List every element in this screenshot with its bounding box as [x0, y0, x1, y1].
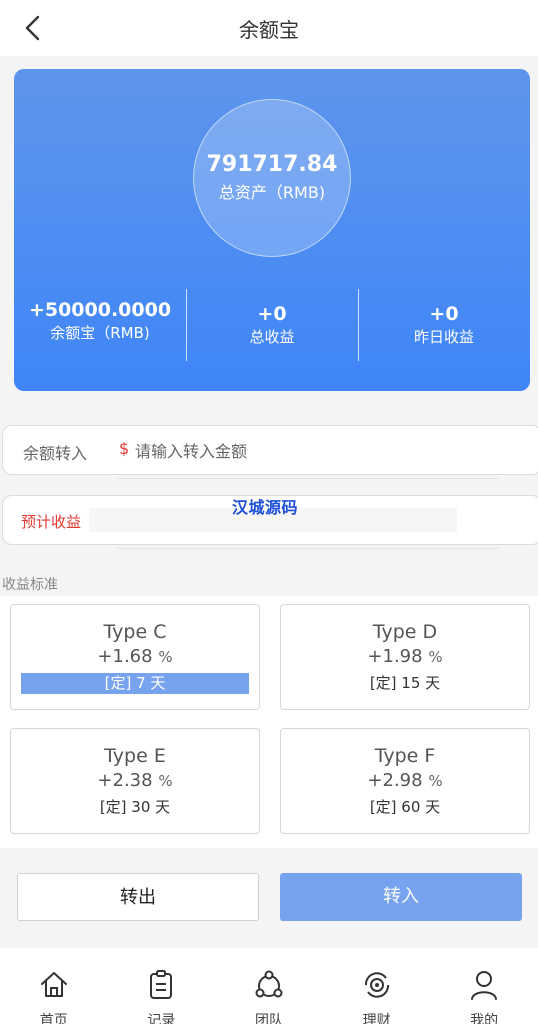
- plan-rate-unit: %: [158, 648, 173, 666]
- total-assets-circle: 791717.84 总资产（RMB): [193, 99, 351, 257]
- plan-name: Type F: [374, 745, 436, 767]
- stat-total-earnings: +0 总收益: [186, 289, 358, 361]
- tab-finance[interactable]: 理财: [323, 948, 431, 1024]
- home-icon: [40, 972, 67, 997]
- transfer-amount-input[interactable]: [135, 438, 495, 464]
- plan-term: [定] 60 天: [369, 798, 441, 816]
- plan-name: Type C: [103, 621, 167, 643]
- stat-label: 余额宝（RMB): [50, 324, 150, 342]
- stat-label: 总收益: [249, 328, 295, 346]
- plan-card-type-f[interactable]: Type F +2.98 % [定] 60 天: [280, 728, 530, 834]
- plan-name: Type D: [372, 621, 438, 643]
- plan-card-type-e[interactable]: Type E +2.38 % [定] 30 天: [10, 728, 260, 834]
- plan-rate-value: +2.38: [97, 770, 153, 791]
- plan-rate-value: +1.98: [367, 646, 423, 667]
- tab-label: 记录: [147, 1013, 176, 1024]
- plan-name: Type E: [104, 745, 166, 767]
- estimated-earnings-label: 预计收益: [21, 513, 82, 531]
- tab-profile[interactable]: 我的: [430, 948, 538, 1024]
- total-assets-amount: 791717.84: [206, 152, 338, 177]
- stat-value: +0: [257, 303, 287, 325]
- plan-card-type-c[interactable]: Type C +1.68 % [定] 7 天: [10, 604, 260, 710]
- stat-value: +50000.0000: [28, 299, 172, 321]
- stat-yesterday-earnings: +0 昨日收益: [358, 289, 530, 361]
- transfer-label: 余额转入: [23, 444, 88, 463]
- plan-term: [定] 15 天: [369, 674, 441, 692]
- stat-label: 昨日收益: [413, 328, 474, 346]
- user-icon: [471, 971, 498, 1000]
- plan-rate-value: +2.98: [367, 770, 423, 791]
- tab-records[interactable]: 记录: [108, 948, 216, 1024]
- yield-standards-label: 收益标准: [2, 577, 58, 593]
- plan-rate: +2.38 %: [11, 770, 259, 791]
- watermark-text: 汉城源码: [232, 498, 299, 517]
- clipboard-icon: [150, 970, 173, 999]
- plan-term: [定] 7 天: [21, 673, 249, 694]
- asset-summary-card: 791717.84 总资产（RMB) +50000.0000 余额宝（RMB) …: [14, 69, 530, 391]
- summary-stats: +50000.0000 余额宝（RMB) +0 总收益 +0 昨日收益: [14, 289, 530, 361]
- page-title: 余额宝: [239, 18, 299, 42]
- tab-label: 我的: [470, 1013, 499, 1024]
- tab-label: 理财: [362, 1013, 391, 1024]
- divider: [118, 548, 498, 549]
- total-assets-label: 总资产（RMB): [218, 183, 326, 202]
- plan-rate-unit: %: [428, 648, 443, 666]
- divider: [118, 478, 498, 479]
- top-nav-bar: 余额宝: [0, 0, 538, 56]
- tab-label: 首页: [39, 1013, 68, 1024]
- finance-icon: [364, 972, 389, 998]
- plan-rate-value: +1.68: [97, 646, 153, 667]
- plan-rate: +1.68 %: [11, 646, 259, 667]
- plan-rate-unit: %: [428, 772, 443, 790]
- transfer-amount-row: 余额转入 $: [2, 425, 538, 475]
- tab-home[interactable]: 首页: [0, 948, 108, 1024]
- plan-rate: +1.98 %: [281, 646, 529, 667]
- plan-term: [定] 30 天: [99, 798, 171, 816]
- plan-rate: +2.98 %: [281, 770, 529, 791]
- tab-label: 团队: [254, 1013, 283, 1024]
- plan-rate-unit: %: [158, 772, 173, 790]
- stat-value: +0: [429, 303, 459, 325]
- tab-team[interactable]: 团队: [215, 948, 323, 1024]
- bottom-tab-bar: 首页 记录 团队 理财 我的: [0, 948, 538, 1024]
- transfer-in-button[interactable]: 转入: [280, 873, 522, 921]
- currency-symbol: $: [119, 439, 130, 458]
- plan-grid: Type C +1.68 % [定] 7 天 Type D +1.98 % [定…: [0, 596, 538, 848]
- stat-balance: +50000.0000 余额宝（RMB): [14, 289, 186, 361]
- plan-card-type-d[interactable]: Type D +1.98 % [定] 15 天: [280, 604, 530, 710]
- team-icon: [255, 970, 283, 998]
- transfer-out-button[interactable]: 转出: [17, 873, 259, 921]
